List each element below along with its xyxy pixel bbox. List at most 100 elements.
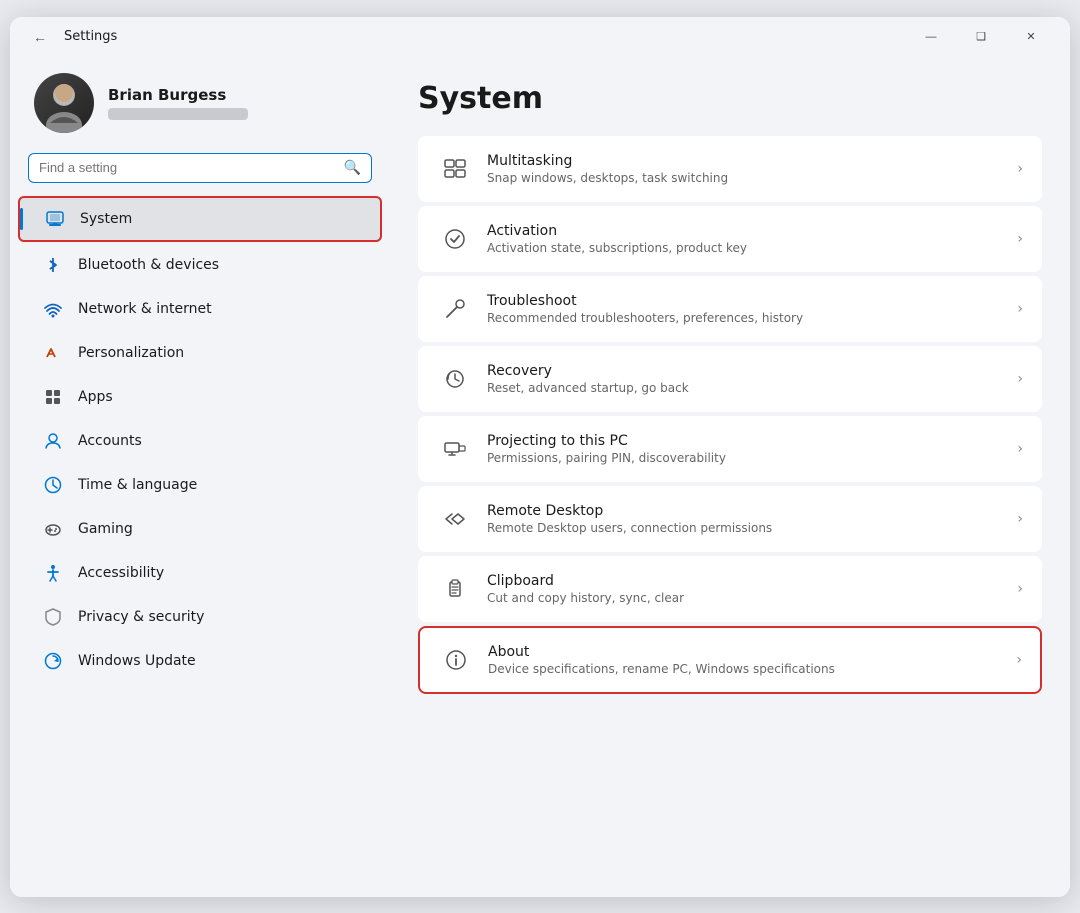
multitasking-title: Multitasking bbox=[487, 153, 1017, 169]
back-button[interactable]: ← bbox=[26, 23, 54, 51]
chevron-icon: › bbox=[1017, 511, 1023, 527]
settings-list: Multitasking Snap windows, desktops, tas… bbox=[418, 136, 1042, 694]
sidebar-label-privacy: Privacy & security bbox=[78, 609, 204, 625]
sidebar-item-system[interactable]: System bbox=[18, 196, 382, 242]
projecting-text: Projecting to this PC Permissions, pairi… bbox=[473, 433, 1017, 465]
search-container: 🔍 bbox=[10, 153, 390, 195]
multitasking-text: Multitasking Snap windows, desktops, tas… bbox=[473, 153, 1017, 185]
chevron-icon: › bbox=[1017, 371, 1023, 387]
apps-icon bbox=[42, 386, 64, 408]
sidebar-item-accounts[interactable]: Accounts bbox=[18, 420, 382, 462]
search-box: 🔍 bbox=[28, 153, 372, 183]
clipboard-text: Clipboard Cut and copy history, sync, cl… bbox=[473, 573, 1017, 605]
sidebar-label-system: System bbox=[80, 211, 132, 227]
time-icon bbox=[42, 474, 64, 496]
troubleshoot-title: Troubleshoot bbox=[487, 293, 1017, 309]
titlebar-title: Settings bbox=[64, 29, 117, 44]
titlebar: ← Settings — ❑ ✕ bbox=[10, 17, 1070, 57]
user-section: Brian Burgess bbox=[10, 57, 390, 153]
bluetooth-icon bbox=[42, 254, 64, 276]
settings-window: ← Settings — ❑ ✕ bbox=[10, 17, 1070, 897]
accounts-icon bbox=[42, 430, 64, 452]
maximize-button[interactable]: ❑ bbox=[958, 21, 1004, 53]
troubleshoot-text: Troubleshoot Recommended troubleshooters… bbox=[473, 293, 1017, 325]
settings-item-clipboard[interactable]: Clipboard Cut and copy history, sync, cl… bbox=[418, 556, 1042, 622]
sidebar-label-network: Network & internet bbox=[78, 301, 212, 317]
minimize-button[interactable]: — bbox=[908, 21, 954, 53]
close-button[interactable]: ✕ bbox=[1008, 21, 1054, 53]
page-title: System bbox=[418, 81, 1042, 116]
settings-item-recovery[interactable]: Recovery Reset, advanced startup, go bac… bbox=[418, 346, 1042, 412]
sidebar-label-accessibility: Accessibility bbox=[78, 565, 164, 581]
sidebar-item-time[interactable]: Time & language bbox=[18, 464, 382, 506]
nav-items: System Bluetooth & devices bbox=[10, 195, 390, 683]
troubleshoot-desc: Recommended troubleshooters, preferences… bbox=[487, 311, 1017, 325]
sidebar-item-network[interactable]: Network & internet bbox=[18, 288, 382, 330]
remote-desktop-desc: Remote Desktop users, connection permiss… bbox=[487, 521, 1017, 535]
settings-item-remote-desktop[interactable]: Remote Desktop Remote Desktop users, con… bbox=[418, 486, 1042, 552]
accessibility-icon bbox=[42, 562, 64, 584]
about-title: About bbox=[488, 644, 1016, 660]
troubleshoot-icon bbox=[437, 291, 473, 327]
activation-icon bbox=[437, 221, 473, 257]
titlebar-left: ← Settings bbox=[26, 23, 117, 51]
projecting-desc: Permissions, pairing PIN, discoverabilit… bbox=[487, 451, 1017, 465]
sidebar-item-update[interactable]: Windows Update bbox=[18, 640, 382, 682]
search-input[interactable] bbox=[39, 160, 338, 175]
activation-text: Activation Activation state, subscriptio… bbox=[473, 223, 1017, 255]
sidebar-item-gaming[interactable]: Gaming bbox=[18, 508, 382, 550]
multitasking-desc: Snap windows, desktops, task switching bbox=[487, 171, 1017, 185]
clipboard-title: Clipboard bbox=[487, 573, 1017, 589]
chevron-icon: › bbox=[1016, 652, 1022, 668]
clipboard-desc: Cut and copy history, sync, clear bbox=[487, 591, 1017, 605]
activation-title: Activation bbox=[487, 223, 1017, 239]
about-icon bbox=[438, 642, 474, 678]
settings-item-troubleshoot[interactable]: Troubleshoot Recommended troubleshooters… bbox=[418, 276, 1042, 342]
about-desc: Device specifications, rename PC, Window… bbox=[488, 662, 1016, 676]
sidebar-label-personalization: Personalization bbox=[78, 345, 184, 361]
search-icon: 🔍 bbox=[344, 160, 361, 176]
sidebar-item-accessibility[interactable]: Accessibility bbox=[18, 552, 382, 594]
chevron-icon: › bbox=[1017, 231, 1023, 247]
sidebar-item-privacy[interactable]: Privacy & security bbox=[18, 596, 382, 638]
personalization-icon bbox=[42, 342, 64, 364]
user-email-placeholder bbox=[108, 108, 248, 120]
sidebar-label-update: Windows Update bbox=[78, 653, 196, 669]
activation-desc: Activation state, subscriptions, product… bbox=[487, 241, 1017, 255]
recovery-title: Recovery bbox=[487, 363, 1017, 379]
about-text: About Device specifications, rename PC, … bbox=[474, 644, 1016, 676]
chevron-icon: › bbox=[1017, 301, 1023, 317]
sidebar-item-bluetooth[interactable]: Bluetooth & devices bbox=[18, 244, 382, 286]
settings-item-projecting[interactable]: Projecting to this PC Permissions, pairi… bbox=[418, 416, 1042, 482]
sidebar-item-apps[interactable]: Apps bbox=[18, 376, 382, 418]
main-content: System Multitasking Snap windo bbox=[390, 57, 1070, 897]
chevron-icon: › bbox=[1017, 441, 1023, 457]
network-icon bbox=[42, 298, 64, 320]
sidebar-label-time: Time & language bbox=[78, 477, 197, 493]
window-controls: — ❑ ✕ bbox=[908, 21, 1054, 53]
remote-desktop-title: Remote Desktop bbox=[487, 503, 1017, 519]
projecting-icon bbox=[437, 431, 473, 467]
recovery-icon bbox=[437, 361, 473, 397]
system-icon bbox=[44, 208, 66, 230]
settings-item-activation[interactable]: Activation Activation state, subscriptio… bbox=[418, 206, 1042, 272]
chevron-icon: › bbox=[1017, 581, 1023, 597]
content-area: Brian Burgess 🔍 bbox=[10, 57, 1070, 897]
update-icon bbox=[42, 650, 64, 672]
multitasking-icon bbox=[437, 151, 473, 187]
gaming-icon bbox=[42, 518, 64, 540]
avatar-image bbox=[34, 73, 94, 133]
settings-item-about[interactable]: About Device specifications, rename PC, … bbox=[418, 626, 1042, 694]
user-info: Brian Burgess bbox=[108, 86, 248, 120]
settings-item-multitasking[interactable]: Multitasking Snap windows, desktops, tas… bbox=[418, 136, 1042, 202]
privacy-icon bbox=[42, 606, 64, 628]
remote-desktop-text: Remote Desktop Remote Desktop users, con… bbox=[473, 503, 1017, 535]
recovery-text: Recovery Reset, advanced startup, go bac… bbox=[473, 363, 1017, 395]
clipboard-icon bbox=[437, 571, 473, 607]
projecting-title: Projecting to this PC bbox=[487, 433, 1017, 449]
chevron-icon: › bbox=[1017, 161, 1023, 177]
sidebar-label-gaming: Gaming bbox=[78, 521, 133, 537]
remote-desktop-icon bbox=[437, 501, 473, 537]
avatar bbox=[34, 73, 94, 133]
sidebar-item-personalization[interactable]: Personalization bbox=[18, 332, 382, 374]
